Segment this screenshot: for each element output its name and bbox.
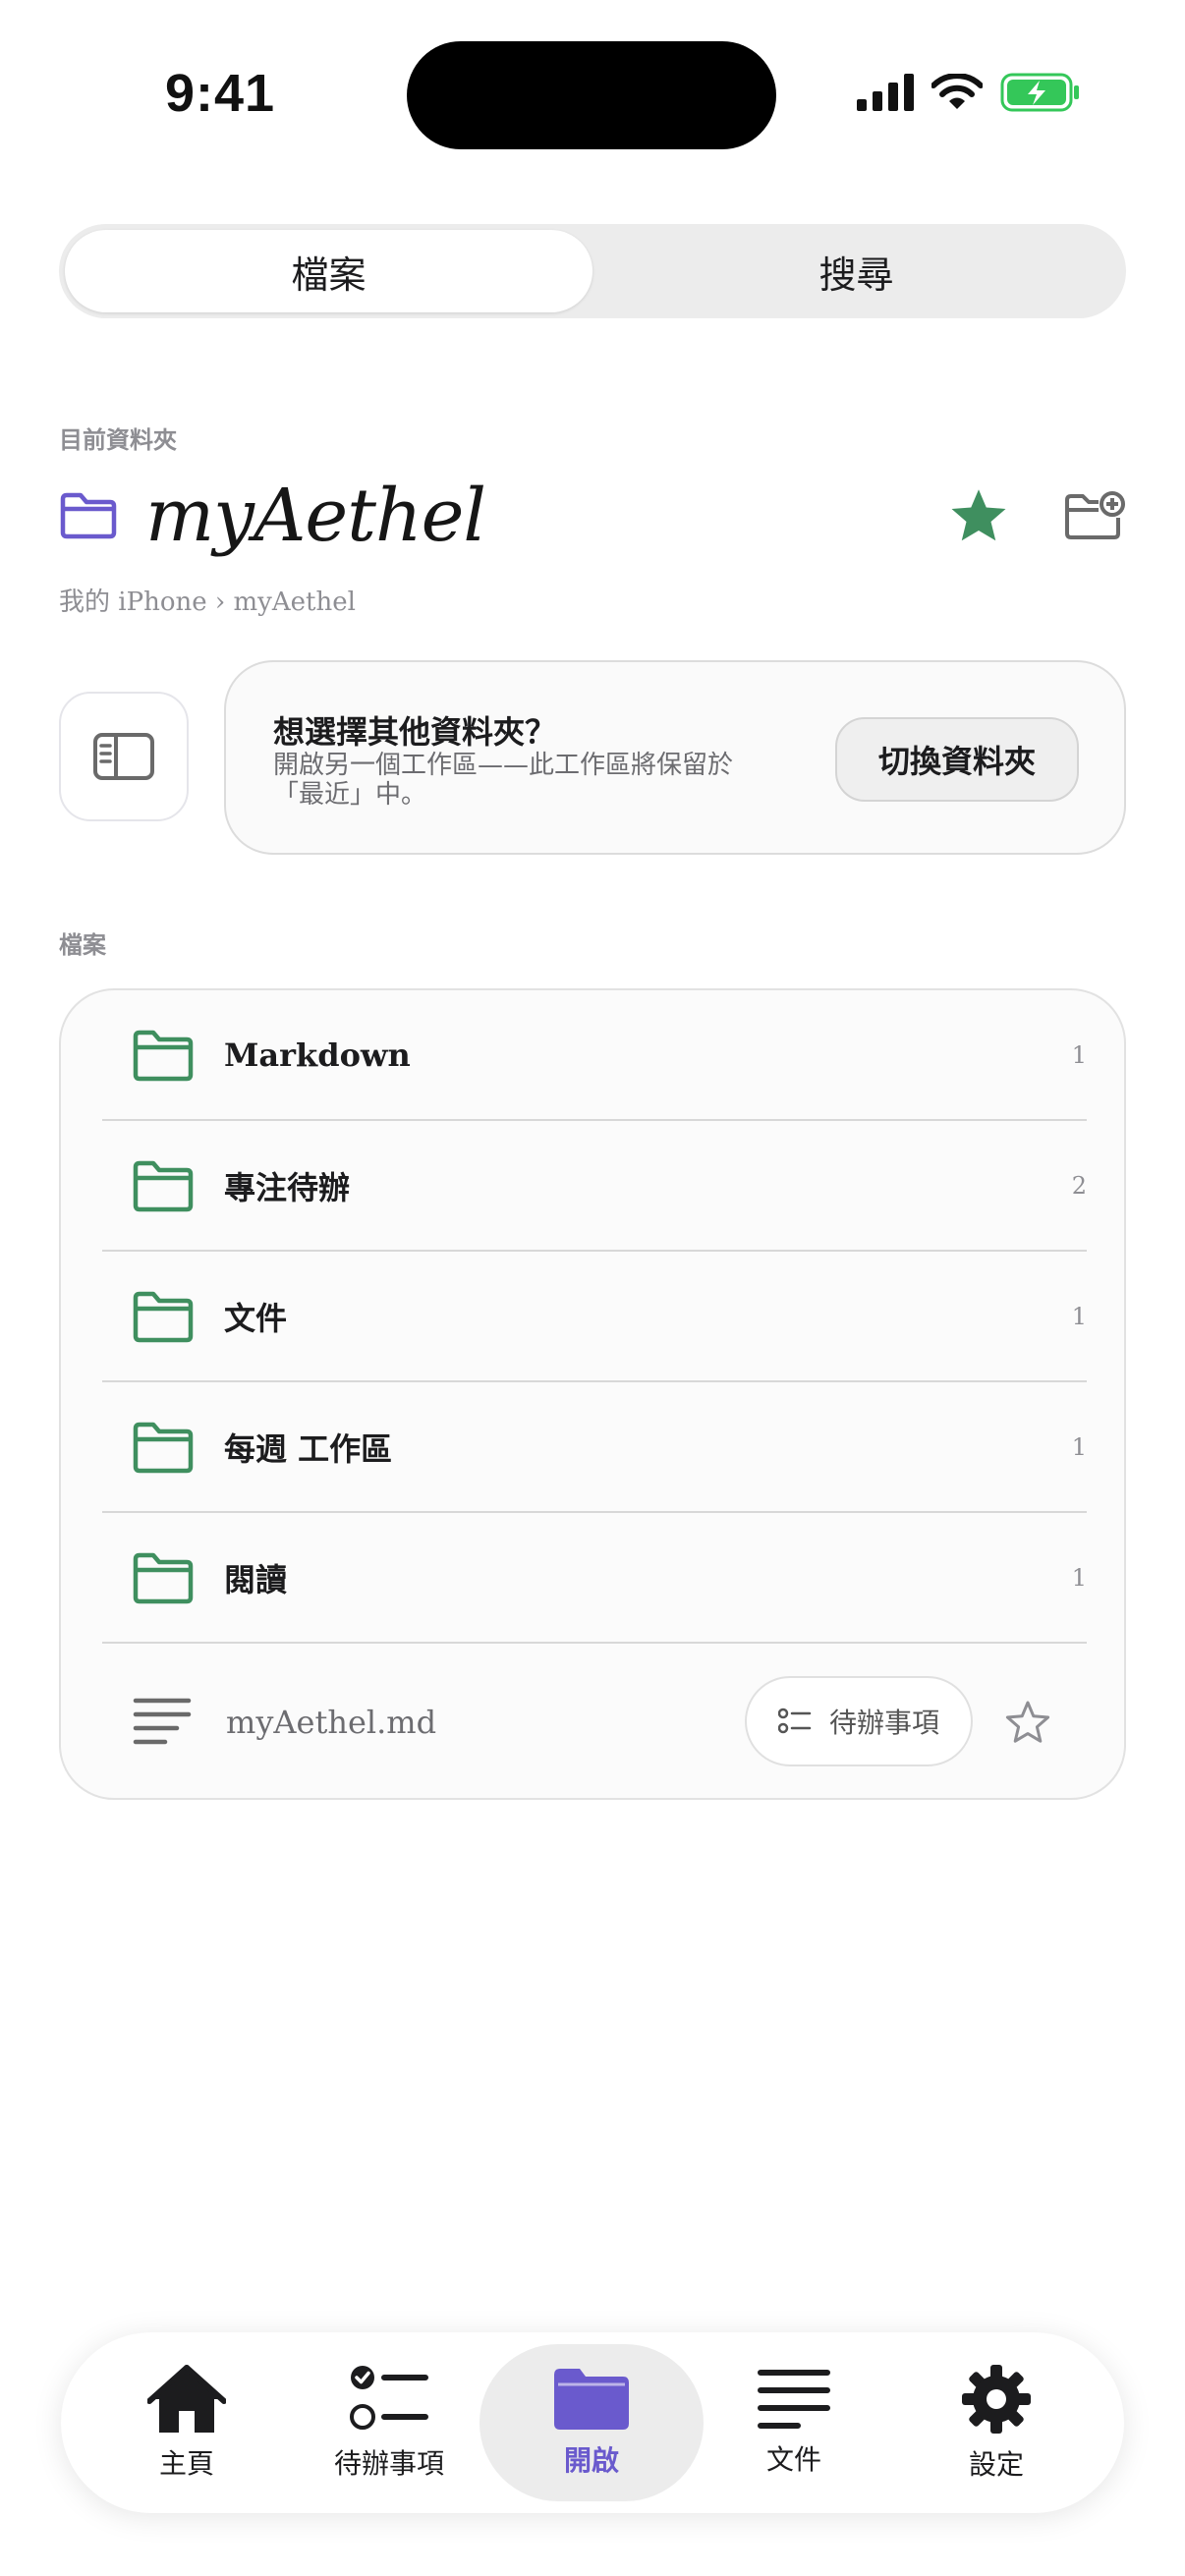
switch-folder-button[interactable]: 切換資料夾 — [835, 717, 1079, 802]
document-lines-icon — [758, 2370, 830, 2429]
folder-row-documents[interactable]: 文件 1 — [102, 1252, 1087, 1382]
tab-todos[interactable]: 待辦事項 — [277, 2344, 501, 2501]
folder-row-reading[interactable]: 閱讀 1 — [102, 1513, 1087, 1644]
status-icons — [857, 73, 1081, 112]
tab-label: 文件 — [765, 2443, 821, 2476]
folder-row-weekly-workspace[interactable]: 每週 工作區 1 — [102, 1382, 1087, 1513]
checklist-icon — [350, 2366, 428, 2430]
checklist-icon — [777, 1708, 812, 1734]
files-section-label: 檔案 — [59, 931, 106, 959]
breadcrumb: 我的 iPhone › myAethel — [59, 588, 356, 617]
tab-label: 待辦事項 — [333, 2447, 444, 2480]
house-icon — [147, 2365, 226, 2433]
favorite-star-icon[interactable] — [949, 487, 1008, 544]
folder-count: 1 — [1071, 1302, 1087, 1330]
wifi-icon — [931, 74, 983, 109]
view-segmented-control: 檔案 搜尋 — [59, 224, 1126, 318]
folder-count: 1 — [1071, 1432, 1087, 1461]
cellular-signal-icon — [857, 74, 914, 111]
file-row-markdown[interactable]: myAethel.md 待辦事項 — [102, 1649, 1087, 1796]
tab-open[interactable]: 開啟 — [480, 2344, 704, 2501]
page-title: myAethel — [145, 474, 486, 558]
current-folder-section-label: 目前資料夾 — [59, 426, 177, 454]
folder-count: 1 — [1071, 1563, 1087, 1592]
tab-settings[interactable]: 設定 — [884, 2344, 1108, 2501]
folder-icon — [554, 2369, 629, 2430]
files-list: Markdown 1 專注待辦 2 文件 1 每週 工作區 1 閱讀 1 myA… — [59, 988, 1126, 1800]
document-lines-icon — [133, 1698, 192, 1745]
folder-name: 專注待辦 — [224, 1168, 351, 1206]
folder-name: 每週 工作區 — [224, 1429, 393, 1468]
new-folder-icon[interactable] — [1063, 490, 1126, 541]
folder-count: 2 — [1071, 1171, 1087, 1200]
switch-folder-description: 開啟另一個工作區——此工作區將保留於「最近」中。 — [273, 751, 734, 810]
tab-home[interactable]: 主頁 — [75, 2344, 299, 2501]
tab-label: 開啟 — [563, 2444, 619, 2477]
sidebar-icon — [93, 733, 154, 780]
folder-name: Markdown — [224, 1036, 411, 1074]
folder-row-markdown[interactable]: Markdown 1 — [102, 990, 1087, 1121]
folder-icon — [133, 1422, 194, 1473]
tab-documents[interactable]: 文件 — [682, 2344, 906, 2501]
folder-name: 文件 — [224, 1299, 288, 1337]
folder-icon — [133, 1552, 194, 1603]
todo-chip-label: 待辦事項 — [828, 1707, 939, 1739]
switch-folder-card: 想選擇其他資料夾？ 開啟另一個工作區——此工作區將保留於「最近」中。 切換資料夾 — [224, 660, 1126, 855]
current-folder-header: myAethel — [59, 472, 1126, 560]
battery-charging-icon — [1000, 73, 1079, 112]
folder-name: 閱讀 — [224, 1560, 288, 1598]
tab-bar: 主頁 待辦事項 開啟 文件 設定 — [61, 2332, 1124, 2513]
switch-folder-title: 想選擇其他資料夾？ — [273, 713, 557, 751]
sidebar-toggle-button[interactable] — [59, 692, 189, 821]
tab-search[interactable]: 搜尋 — [592, 230, 1120, 312]
gear-icon — [962, 2365, 1031, 2434]
folder-icon — [133, 1030, 194, 1081]
star-outline-icon[interactable] — [1004, 1700, 1051, 1745]
folder-row-focus-todos[interactable]: 專注待辦 2 — [102, 1121, 1087, 1252]
todo-chip-button[interactable]: 待辦事項 — [745, 1676, 973, 1766]
folder-icon — [133, 1160, 194, 1211]
dynamic-island — [407, 41, 776, 149]
folder-count: 1 — [1071, 1040, 1087, 1069]
folder-icon — [60, 492, 117, 539]
tab-label: 設定 — [968, 2448, 1024, 2481]
status-time: 9:41 — [165, 64, 276, 123]
tab-label: 主頁 — [158, 2447, 214, 2480]
tab-files[interactable]: 檔案 — [65, 230, 592, 312]
file-name: myAethel.md — [226, 1704, 437, 1741]
folder-icon — [133, 1291, 194, 1342]
